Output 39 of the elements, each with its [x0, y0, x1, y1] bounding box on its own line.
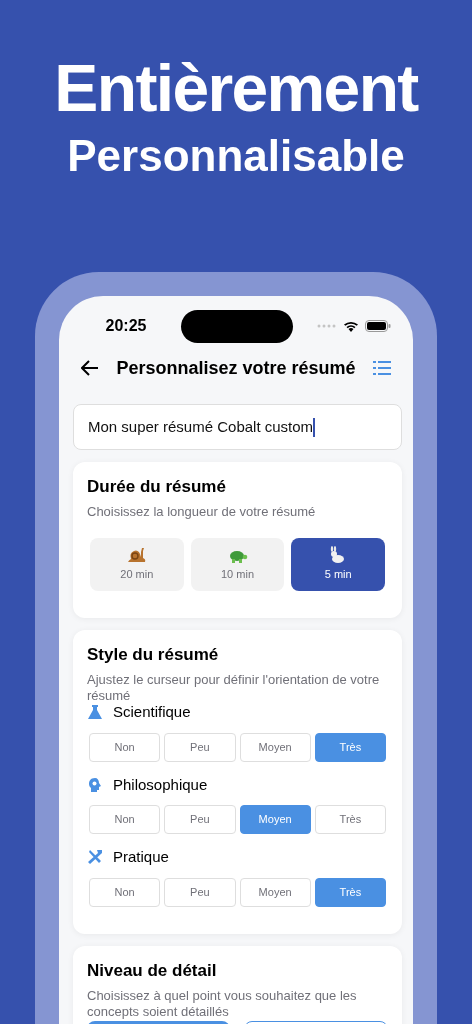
headline: Entièrement	[54, 50, 418, 126]
signal-icon	[317, 324, 337, 328]
level-option[interactable]: Très	[314, 732, 386, 762]
level-option[interactable]: Non	[89, 877, 161, 907]
section-subtitle: Choisissez la longueur de votre résumé	[87, 504, 317, 520]
level-option[interactable]: Non	[89, 805, 161, 834]
duration-option[interactable]: 10 min	[190, 538, 285, 591]
section-title: Durée du résumé	[87, 476, 227, 498]
snail-icon	[127, 548, 146, 563]
subheadline: Personnalisable	[67, 130, 405, 182]
turtle-icon	[229, 551, 247, 564]
head-icon	[87, 776, 103, 793]
level-option[interactable]: Moyen	[239, 805, 311, 834]
wifi-icon	[343, 320, 359, 332]
level-option[interactable]: Peu	[164, 877, 236, 907]
level-option[interactable]: Très	[314, 805, 386, 834]
rabbit-icon	[330, 546, 345, 564]
level-option[interactable]: Non	[89, 732, 161, 762]
level-option[interactable]: Moyen	[239, 732, 311, 762]
battery-icon	[365, 320, 391, 332]
axis-label: Scientifique	[113, 702, 191, 722]
section-title: Style du résumé	[87, 644, 220, 666]
status-time: 20:25	[104, 316, 148, 336]
screen-title: Personnalisez votre résumé	[115, 356, 357, 380]
section-subtitle: Ajustez le curseur pour définir l'orientation de votre résumé	[87, 672, 381, 704]
duration-option[interactable]: 5 min	[291, 538, 385, 591]
name-field[interactable]: Mon super résumé Cobalt custom	[73, 404, 402, 450]
section-subtitle: Choisissez à quel point vous souhaitez que les concepts soient détaillés	[87, 987, 358, 1020]
axis-label: Pratique	[113, 847, 169, 867]
flask-icon	[87, 704, 103, 721]
level-option[interactable]: Moyen	[239, 877, 311, 907]
text-cursor	[313, 417, 316, 437]
level-option[interactable]: Peu	[164, 805, 236, 834]
tools-icon	[87, 849, 103, 866]
level-option[interactable]: Peu	[164, 732, 236, 762]
duration-option[interactable]: 20 min	[90, 538, 184, 591]
level-option[interactable]: Très	[314, 877, 386, 907]
section-title: Niveau de détail	[87, 959, 218, 982]
axis-label: Philosophique	[113, 774, 208, 795]
